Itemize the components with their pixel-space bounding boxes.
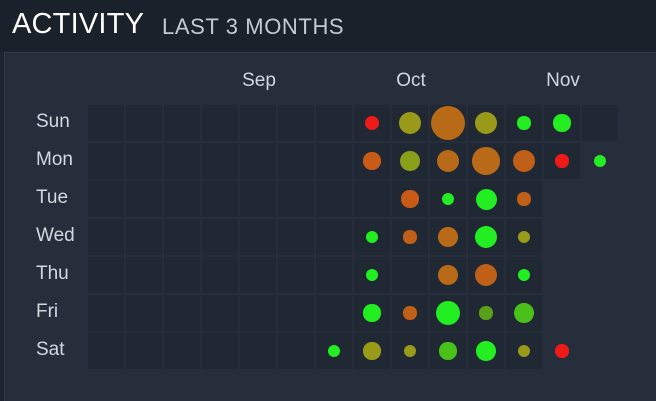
day-cell[interactable] <box>164 219 200 255</box>
activity-dot[interactable] <box>476 341 496 361</box>
day-cell[interactable] <box>354 181 390 217</box>
day-cell[interactable] <box>278 219 314 255</box>
day-label-sun: Sun <box>36 111 70 132</box>
day-cell[interactable] <box>278 257 314 293</box>
day-cell[interactable] <box>164 143 200 179</box>
day-cell[interactable] <box>202 181 238 217</box>
day-cell[interactable] <box>88 143 124 179</box>
activity-dot[interactable] <box>438 227 458 247</box>
day-cell[interactable] <box>316 105 352 141</box>
day-cell[interactable] <box>88 105 124 141</box>
day-cell[interactable] <box>164 105 200 141</box>
header-bar: ACTIVITY LAST 3 MONTHS <box>0 0 656 52</box>
day-cell[interactable] <box>316 257 352 293</box>
activity-dot[interactable] <box>439 342 457 360</box>
day-cell[interactable] <box>88 333 124 369</box>
activity-dot[interactable] <box>553 114 571 132</box>
day-cell[interactable] <box>240 257 276 293</box>
activity-dot[interactable] <box>555 154 569 168</box>
activity-dot[interactable] <box>475 188 497 210</box>
month-label-nov: Nov <box>546 70 580 91</box>
day-cell[interactable] <box>202 105 238 141</box>
activity-dot[interactable] <box>555 344 569 358</box>
activity-dot[interactable] <box>363 304 381 322</box>
activity-dot[interactable] <box>517 230 531 244</box>
activity-dot[interactable] <box>517 116 531 130</box>
day-cell[interactable] <box>126 257 162 293</box>
day-cell[interactable] <box>240 295 276 331</box>
day-label-mon: Mon <box>36 149 73 170</box>
activity-dot[interactable] <box>517 344 531 358</box>
day-cell[interactable] <box>164 295 200 331</box>
day-cell[interactable] <box>240 143 276 179</box>
activity-dot[interactable] <box>431 106 465 140</box>
day-cell[interactable] <box>240 219 276 255</box>
day-cell[interactable] <box>240 105 276 141</box>
day-cell[interactable] <box>278 181 314 217</box>
day-cell[interactable] <box>126 143 162 179</box>
day-cell[interactable] <box>278 143 314 179</box>
activity-dot[interactable] <box>479 306 493 320</box>
month-label-sep: Sep <box>242 70 276 91</box>
day-cell[interactable] <box>164 333 200 369</box>
day-cell[interactable] <box>88 181 124 217</box>
day-cell[interactable] <box>240 333 276 369</box>
day-cell[interactable] <box>164 181 200 217</box>
day-label-tue: Tue <box>36 187 69 208</box>
day-cell[interactable] <box>316 219 352 255</box>
day-cell[interactable] <box>202 257 238 293</box>
activity-dot[interactable] <box>403 230 417 244</box>
day-cell[interactable] <box>202 295 238 331</box>
day-label-fri: Fri <box>36 301 59 322</box>
day-cell[interactable] <box>126 219 162 255</box>
day-cell[interactable] <box>202 143 238 179</box>
day-cell[interactable] <box>88 257 124 293</box>
activity-dot[interactable] <box>401 190 419 208</box>
page-title: ACTIVITY <box>12 8 145 40</box>
day-label-sat: Sat <box>36 339 65 360</box>
day-cell[interactable] <box>240 181 276 217</box>
day-cell[interactable] <box>278 333 314 369</box>
day-cell[interactable] <box>316 181 352 217</box>
day-cell[interactable] <box>278 295 314 331</box>
month-label-oct: Oct <box>396 70 426 91</box>
day-cell[interactable] <box>316 143 352 179</box>
activity-dot[interactable] <box>517 192 531 206</box>
activity-dot[interactable] <box>363 342 381 360</box>
activity-dot[interactable] <box>403 306 417 320</box>
day-cell[interactable] <box>88 295 124 331</box>
day-label-thu: Thu <box>36 263 69 284</box>
activity-dot[interactable] <box>514 303 534 323</box>
day-label-wed: Wed <box>36 225 75 246</box>
day-cell[interactable] <box>316 295 352 331</box>
day-cell[interactable] <box>202 219 238 255</box>
activity-dot[interactable] <box>363 152 381 170</box>
day-cell[interactable] <box>202 333 238 369</box>
activity-dot[interactable] <box>438 265 458 285</box>
activity-dot[interactable] <box>400 151 420 171</box>
activity-dot[interactable] <box>472 147 500 175</box>
day-cell[interactable] <box>582 105 618 141</box>
day-cell[interactable] <box>164 257 200 293</box>
day-cell[interactable] <box>126 105 162 141</box>
page-subtitle: LAST 3 MONTHS <box>162 14 345 39</box>
day-cell[interactable] <box>88 219 124 255</box>
day-cell[interactable] <box>126 295 162 331</box>
day-cell[interactable] <box>278 105 314 141</box>
day-cell[interactable] <box>126 181 162 217</box>
day-cell[interactable] <box>126 333 162 369</box>
day-cell[interactable] <box>392 257 428 293</box>
